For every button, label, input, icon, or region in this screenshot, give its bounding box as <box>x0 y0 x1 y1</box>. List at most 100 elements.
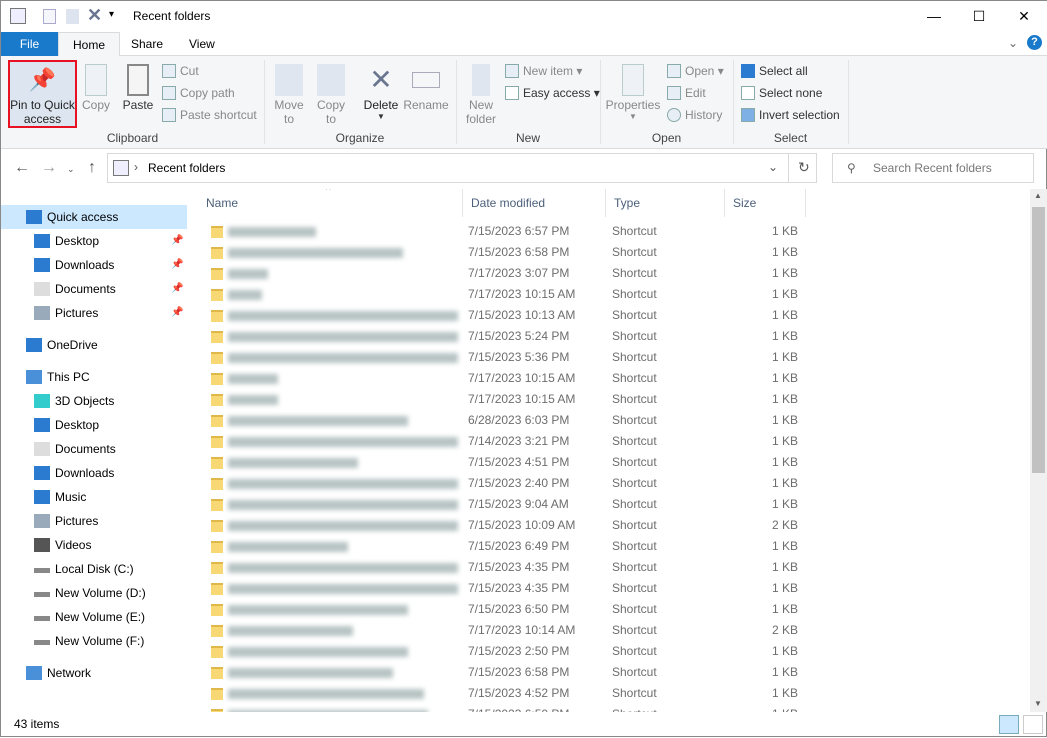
large-icons-view-button[interactable] <box>1023 715 1043 734</box>
sidebar-item-documents[interactable]: Documents 📌 <box>1 277 187 301</box>
rename-button[interactable]: Rename <box>403 64 449 112</box>
properties-button[interactable]: Properties ▼ <box>605 64 661 121</box>
select-none-button[interactable]: Select none <box>741 83 840 103</box>
table-row[interactable]: 7/15/2023 9:04 AM Shortcut 1 KB <box>188 494 1028 515</box>
paste-shortcut-button[interactable]: Paste shortcut <box>162 105 257 125</box>
sidebar-item-3d-objects[interactable]: 3D Objects <box>1 389 187 413</box>
sidebar-item-this-pc[interactable]: This PC <box>1 365 187 389</box>
address-bar[interactable]: › Recent folders ⌄ ↻ <box>107 153 817 183</box>
easy-access-button[interactable]: Easy access ▾ <box>505 83 600 103</box>
table-row[interactable]: 7/17/2023 10:15 AM Shortcut 1 KB <box>188 284 1028 305</box>
table-row[interactable]: 7/17/2023 10:14 AM Shortcut 2 KB <box>188 620 1028 641</box>
refresh-icon[interactable]: ↻ <box>798 159 810 176</box>
date-modified: 7/15/2023 4:52 PM <box>468 686 570 700</box>
details-view-button[interactable] <box>999 715 1019 734</box>
sidebar-item-network[interactable]: Network <box>1 661 187 685</box>
new-item-button[interactable]: New item ▾ <box>505 61 600 81</box>
tab-file[interactable]: File <box>1 32 58 56</box>
edit-button[interactable]: Edit <box>667 83 724 103</box>
sidebar-item-quick-access[interactable]: Quick access <box>1 205 187 229</box>
new-folder-button[interactable]: New folder <box>463 64 499 126</box>
table-row[interactable]: 7/15/2023 6:50 PM Shortcut 1 KB <box>188 704 1028 712</box>
scroll-up-arrow[interactable]: ▲ <box>1034 191 1042 200</box>
table-row[interactable]: 7/15/2023 6:58 PM Shortcut 1 KB <box>188 242 1028 263</box>
close-button[interactable]: ✕ <box>1001 1 1047 32</box>
column-header-size[interactable]: Size <box>725 189 806 217</box>
table-row[interactable]: 7/15/2023 2:50 PM Shortcut 1 KB <box>188 641 1028 662</box>
table-row[interactable]: 7/15/2023 4:51 PM Shortcut 1 KB <box>188 452 1028 473</box>
scrollbar-thumb[interactable] <box>1032 207 1045 473</box>
history-button[interactable]: History <box>667 105 724 125</box>
cut-button[interactable]: Cut <box>162 61 257 81</box>
sidebar-item-desktop[interactable]: Desktop <box>1 413 187 437</box>
table-row[interactable]: 7/15/2023 2:40 PM Shortcut 1 KB <box>188 473 1028 494</box>
forward-button[interactable]: → <box>41 159 57 177</box>
collapse-ribbon-icon[interactable]: ⌄ <box>1008 36 1018 50</box>
table-row[interactable]: 7/15/2023 6:58 PM Shortcut 1 KB <box>188 662 1028 683</box>
copy-path-button[interactable]: Copy path <box>162 83 257 103</box>
new-folder-icon[interactable] <box>66 9 79 24</box>
breadcrumb-recent-folders[interactable]: Recent folders <box>148 161 225 175</box>
maximize-button[interactable]: ☐ <box>956 1 1002 32</box>
sidebar-item-pictures[interactable]: Pictures 📌 <box>1 301 187 325</box>
table-row[interactable]: 7/15/2023 6:49 PM Shortcut 1 KB <box>188 536 1028 557</box>
tab-share[interactable]: Share <box>117 32 177 56</box>
address-dropdown-icon[interactable]: ⌄ <box>768 160 778 174</box>
sidebar-item-new-volume-d[interactable]: New Volume (D:) <box>1 581 187 605</box>
table-row[interactable]: 7/15/2023 4:35 PM Shortcut 1 KB <box>188 578 1028 599</box>
recent-locations-button[interactable]: ⌄ <box>67 164 75 175</box>
properties-icon[interactable] <box>43 9 56 24</box>
scroll-down-arrow[interactable]: ▼ <box>1034 699 1042 708</box>
delete-icon[interactable]: ✕ <box>87 5 102 26</box>
back-button[interactable]: ← <box>14 159 30 177</box>
move-to-button[interactable]: Move to <box>271 64 307 126</box>
table-row[interactable]: 7/14/2023 3:21 PM Shortcut 1 KB <box>188 431 1028 452</box>
minimize-button[interactable]: — <box>911 1 957 32</box>
sidebar-item-local-disk-c[interactable]: Local Disk (C:) <box>1 557 187 581</box>
table-row[interactable]: 7/15/2023 4:35 PM Shortcut 1 KB <box>188 557 1028 578</box>
search-input[interactable]: ⚲ Search Recent folders <box>832 153 1034 183</box>
open-button[interactable]: Open ▾ <box>667 61 724 81</box>
select-all-button[interactable]: Select all <box>741 61 840 81</box>
table-row[interactable]: 7/17/2023 10:15 AM Shortcut 1 KB <box>188 368 1028 389</box>
table-row[interactable]: 7/15/2023 6:50 PM Shortcut 1 KB <box>188 599 1028 620</box>
sidebar-item-pictures[interactable]: Pictures <box>1 509 187 533</box>
sidebar-item-downloads[interactable]: Downloads <box>1 461 187 485</box>
blurred-file-name <box>228 584 458 594</box>
table-row[interactable]: 7/15/2023 5:24 PM Shortcut 1 KB <box>188 326 1028 347</box>
sidebar-item-desktop[interactable]: Desktop 📌 <box>1 229 187 253</box>
delete-button[interactable]: ✕ Delete ▼ <box>361 64 401 121</box>
pin-to-quick-access-button[interactable]: 📌 Pin to Quick access <box>8 60 77 128</box>
table-row[interactable]: 7/15/2023 10:09 AM Shortcut 2 KB <box>188 515 1028 536</box>
table-row[interactable]: 7/15/2023 6:57 PM Shortcut 1 KB <box>188 221 1028 242</box>
copy-button[interactable]: Copy <box>79 64 113 112</box>
pin-icon[interactable]: 📌 <box>171 277 183 301</box>
column-header-name[interactable]: Name <box>198 189 463 217</box>
column-header-type[interactable]: Type <box>606 189 725 217</box>
sidebar-item-onedrive[interactable]: OneDrive <box>1 333 187 357</box>
tab-home[interactable]: Home <box>58 32 121 57</box>
table-row[interactable]: 7/15/2023 4:52 PM Shortcut 1 KB <box>188 683 1028 704</box>
sidebar-item-new-volume-e[interactable]: New Volume (E:) <box>1 605 187 629</box>
sidebar-item-videos[interactable]: Videos <box>1 533 187 557</box>
paste-button[interactable]: Paste <box>119 64 157 112</box>
sidebar-item-documents[interactable]: Documents <box>1 437 187 461</box>
table-row[interactable]: 7/15/2023 10:13 AM Shortcut 1 KB <box>188 305 1028 326</box>
pin-icon[interactable]: 📌 <box>171 301 183 325</box>
up-button[interactable]: ↑ <box>88 159 96 177</box>
invert-selection-button[interactable]: Invert selection <box>741 105 840 125</box>
pin-icon[interactable]: 📌 <box>171 253 183 277</box>
tab-view[interactable]: View <box>175 32 229 56</box>
table-row[interactable]: 6/28/2023 6:03 PM Shortcut 1 KB <box>188 410 1028 431</box>
table-row[interactable]: 7/17/2023 10:15 AM Shortcut 1 KB <box>188 389 1028 410</box>
table-row[interactable]: 7/17/2023 3:07 PM Shortcut 1 KB <box>188 263 1028 284</box>
sidebar-item-downloads[interactable]: Downloads 📌 <box>1 253 187 277</box>
customize-toolbar-icon[interactable]: ▾ <box>109 9 114 20</box>
sidebar-item-music[interactable]: Music <box>1 485 187 509</box>
column-header-date-modified[interactable]: Date modified <box>463 189 606 217</box>
help-icon[interactable]: ? <box>1027 35 1042 50</box>
pin-icon[interactable]: 📌 <box>171 229 183 253</box>
table-row[interactable]: 7/15/2023 5:36 PM Shortcut 1 KB <box>188 347 1028 368</box>
copy-to-button[interactable]: Copy to <box>313 64 349 126</box>
sidebar-item-new-volume-f[interactable]: New Volume (F:) <box>1 629 187 653</box>
